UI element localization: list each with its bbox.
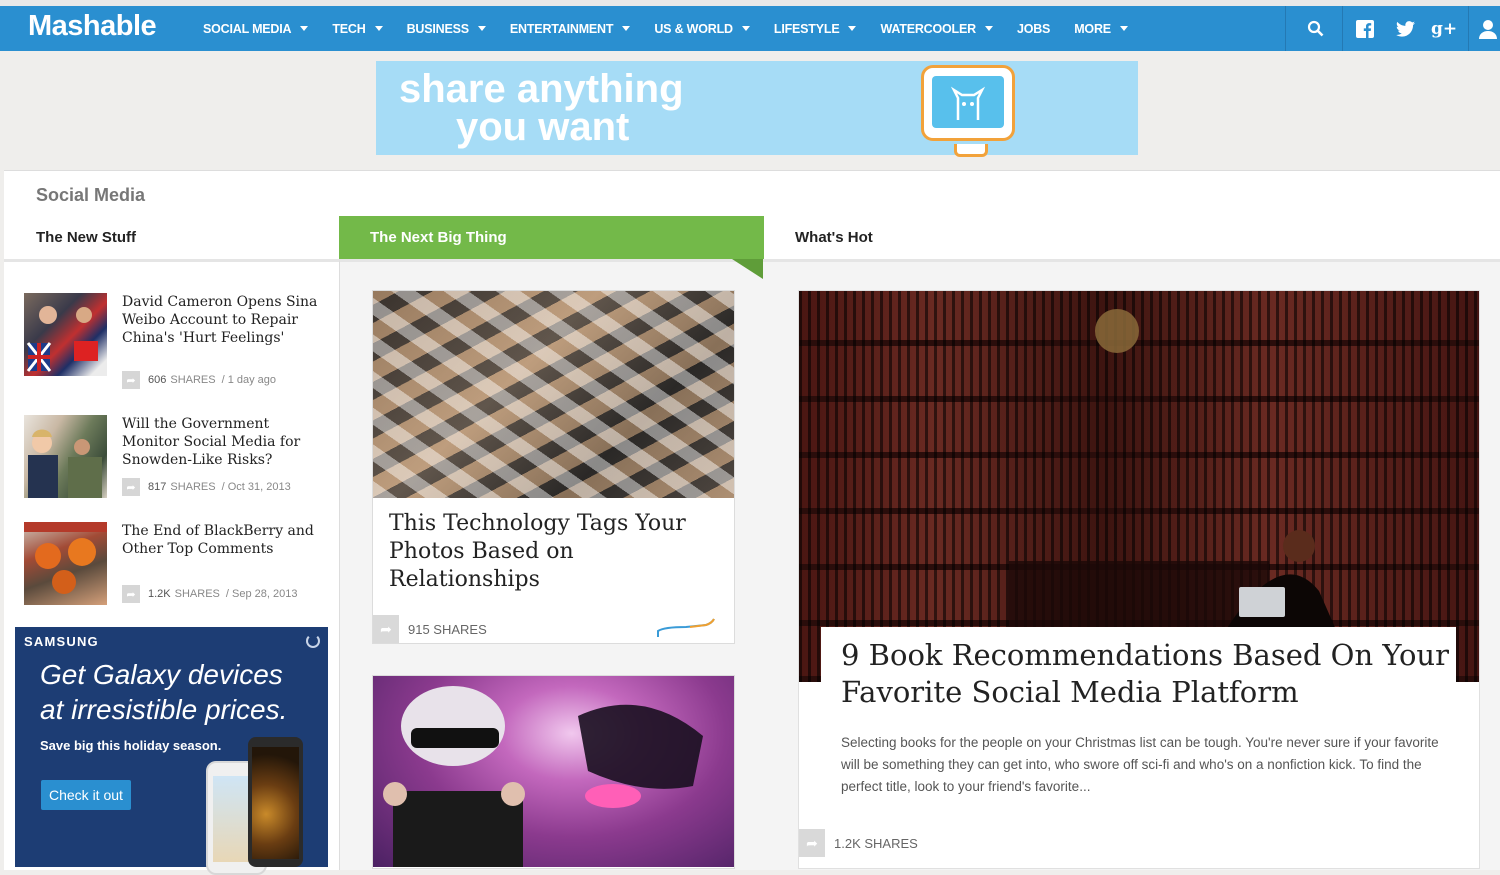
share-icon[interactable]: ➦ <box>799 829 825 857</box>
samsung-logo: SAMSUNG <box>24 634 99 649</box>
next-big-thing-card[interactable]: This Technology Tags Your Photos Based o… <box>372 290 735 644</box>
site-logo[interactable]: Mashable <box>28 10 157 43</box>
story-date: / Oct 31, 2013 <box>221 481 291 493</box>
feature-description: Selecting books for the people on your C… <box>841 735 1439 794</box>
nav-lifestyle[interactable]: LIFESTYLE <box>774 22 857 36</box>
nav-more[interactable]: MORE <box>1074 22 1128 36</box>
story-title[interactable]: David Cameron Opens Sina Weibo Account t… <box>122 293 322 347</box>
ad-refresh-icon[interactable] <box>306 634 320 648</box>
story-meta: ➦ 817 SHARES / Oct 31, 2013 <box>122 478 291 496</box>
chevron-down-icon <box>477 26 486 31</box>
feature-meta: ➦ 1.2K SHARES <box>799 828 918 858</box>
share-label: SHARES <box>174 588 220 600</box>
card-title[interactable]: This Technology Tags Your Photos Based o… <box>389 510 719 594</box>
check-it-out-button[interactable]: Check it out <box>41 780 131 810</box>
share-count: 817 <box>148 481 167 493</box>
chevron-down-icon <box>984 26 993 31</box>
nav-us-world[interactable]: US & WORLD <box>654 22 750 36</box>
share-icon[interactable]: ➦ <box>122 371 140 389</box>
chevron-down-icon <box>374 26 383 31</box>
ad-headline-line-2: you want <box>456 105 630 149</box>
chevron-down-icon <box>1119 26 1128 31</box>
whats-hot-feature-card[interactable]: 9 Book Recommendations Based On Your Fav… <box>798 290 1480 869</box>
library-bookshelf-image[interactable] <box>799 291 1479 682</box>
chevron-down-icon <box>848 26 857 31</box>
share-anything-ad-banner[interactable]: share anything you want <box>376 61 1138 157</box>
story-meta: ➦ 606 SHARES / 1 day ago <box>122 371 276 389</box>
nav-business[interactable]: BUSINESS <box>407 22 486 36</box>
story-item[interactable]: The End of BlackBerry and Other Top Comm… <box>24 522 324 622</box>
galaxy-note-image <box>248 737 303 867</box>
nav-divider <box>1285 6 1286 51</box>
story-date: / 1 day ago <box>221 374 277 386</box>
scattered-photos-image[interactable] <box>373 291 734 498</box>
column-heading-whats-hot: What's Hot <box>795 229 873 246</box>
ad-subline: Save big this holiday season. <box>40 738 222 753</box>
monitor-cat-illustration <box>921 65 1015 157</box>
story-date: / Sep 28, 2013 <box>225 588 298 600</box>
top-navigation: Mashable SOCIAL MEDIA TECH BUSINESS ENTE… <box>0 6 1500 51</box>
facebook-icon[interactable] <box>1353 6 1377 51</box>
section-title[interactable]: Social Media <box>36 185 145 206</box>
twitter-icon[interactable] <box>1393 6 1417 51</box>
social-media-section: Social Media The New Stuff The Next Big … <box>4 170 1500 875</box>
heading-flag-decoration <box>732 259 763 279</box>
story-meta: ➦ 1.2K SHARES / Sep 28, 2013 <box>122 585 297 603</box>
share-label: SHARES <box>170 374 216 386</box>
share-count: 1.2K <box>148 588 171 600</box>
nav-menu: SOCIAL MEDIA TECH BUSINESS ENTERTAINMENT… <box>203 6 1152 51</box>
share-icon[interactable]: ➦ <box>122 585 140 603</box>
nav-social-media[interactable]: SOCIAL MEDIA <box>203 22 309 36</box>
column-heading-next-big-thing: The Next Big Thing <box>339 216 764 259</box>
dj-story-image[interactable] <box>373 676 734 867</box>
share-count: 915 SHARES <box>408 621 487 637</box>
chevron-down-icon <box>300 26 309 31</box>
chevron-down-icon <box>622 26 631 31</box>
ad-headline: Get Galaxy devices at irresistible price… <box>40 659 288 725</box>
story-item[interactable]: David Cameron Opens Sina Weibo Account t… <box>24 293 324 393</box>
next-big-thing-card[interactable] <box>372 675 735 869</box>
share-count: 1.2K SHARES <box>834 835 918 851</box>
samsung-galaxy-ad[interactable]: SAMSUNG Get Galaxy devices at irresistib… <box>15 627 328 875</box>
velocity-graph-icon <box>657 618 715 637</box>
nav-entertainment[interactable]: ENTERTAINMENT <box>510 22 631 36</box>
story-item[interactable]: Will the Government Monitor Social Media… <box>24 415 324 515</box>
share-label: SHARES <box>170 481 216 493</box>
story-thumbnail[interactable] <box>24 415 107 498</box>
google-plus-icon[interactable]: g+ <box>1431 6 1457 51</box>
cat-screen-icon <box>932 76 1004 128</box>
story-title[interactable]: The End of BlackBerry and Other Top Comm… <box>122 522 322 558</box>
column-heading-new-stuff: The New Stuff <box>36 229 136 246</box>
story-thumbnail[interactable] <box>24 293 107 376</box>
nav-jobs[interactable]: JOBS <box>1017 22 1050 36</box>
monitor-stand <box>954 144 988 157</box>
share-icon[interactable]: ➦ <box>373 615 399 643</box>
story-thumbnail[interactable] <box>24 522 107 605</box>
search-icon[interactable] <box>1300 6 1330 51</box>
share-count: 606 <box>148 374 167 386</box>
card-meta: ➦ 915 SHARES <box>373 615 734 643</box>
chevron-down-icon <box>741 26 750 31</box>
nav-tech[interactable]: TECH <box>332 22 383 36</box>
feature-title[interactable]: 9 Book Recommendations Based On Your Fav… <box>841 637 1451 711</box>
nav-divider <box>1468 6 1469 51</box>
story-title[interactable]: Will the Government Monitor Social Media… <box>122 415 322 469</box>
share-icon[interactable]: ➦ <box>122 478 140 496</box>
user-icon[interactable] <box>1476 6 1500 51</box>
nav-watercooler[interactable]: WATERCOOLER <box>880 22 993 36</box>
nav-divider <box>1342 6 1343 51</box>
